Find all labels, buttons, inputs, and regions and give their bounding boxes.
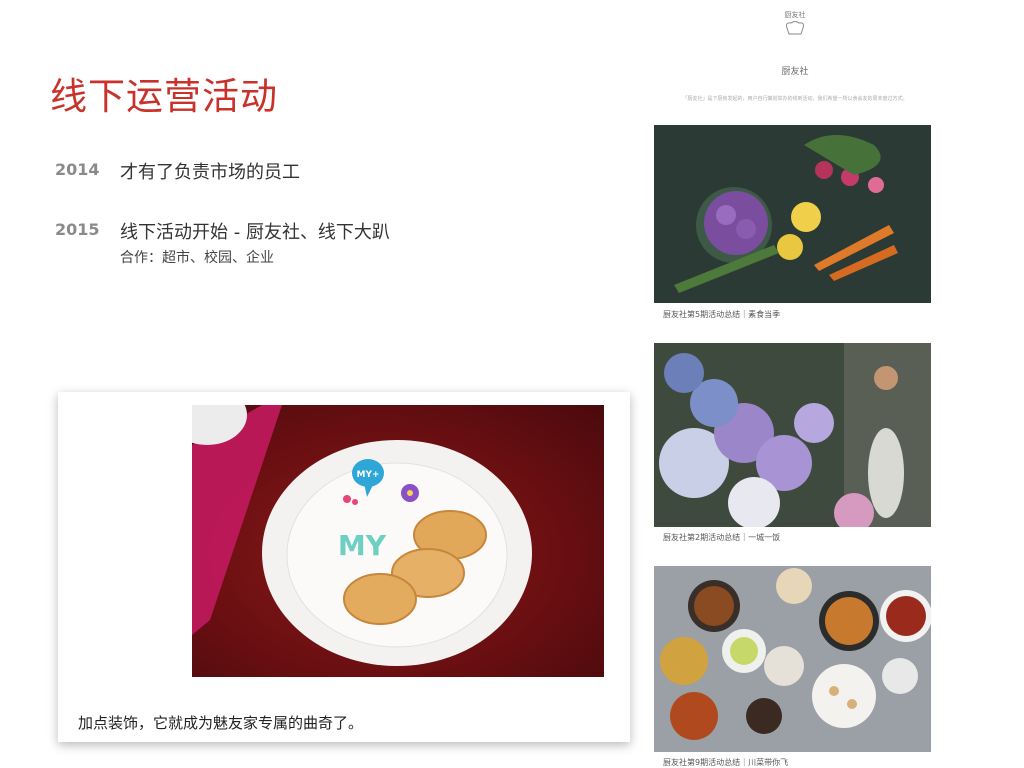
- brand-name: 厨友社: [781, 67, 809, 77]
- slide-title: 线下运营活动: [50, 75, 278, 118]
- event-caption: 厨友社第2期活动总结｜一城一饭: [663, 533, 781, 542]
- timeline-year: 2014: [55, 160, 100, 179]
- chuyoushe-logo: 厨友社: [760, 10, 830, 40]
- photo-card: MY+ MY 加点装饰，它就成为魅友家专属的曲奇了。: [58, 392, 630, 742]
- brand-description: 「厨友社」是下厨房发起的，用户自行策划举办的线到活动，我们希望一所以食会友的周末…: [682, 96, 908, 102]
- timeline-year: 2015: [55, 220, 100, 239]
- logo-label: 厨友社: [784, 11, 806, 19]
- event-photo-flowers: [654, 343, 931, 527]
- dishes-illustration: [654, 566, 931, 752]
- chef-hat-icon: [786, 21, 804, 35]
- event-photo-sichuan-dishes: [654, 566, 931, 752]
- vegetables-illustration: [654, 125, 931, 303]
- flowers-illustration: [654, 343, 931, 527]
- event-caption: 厨友社第9期活动总结｜川菜带你飞: [663, 758, 789, 767]
- event-photo-vegetables: [654, 125, 931, 303]
- photo-caption: 加点装饰，它就成为魅友家专属的曲奇了。: [78, 714, 364, 732]
- timeline-text: 才有了负责市场的员工: [120, 162, 300, 183]
- cookie-plate-photo: MY+ MY: [192, 405, 604, 677]
- cookie-plate-illustration: MY+ MY: [192, 405, 532, 666]
- timeline-subtext: 合作：超市、校园、企业: [120, 250, 274, 266]
- bubble-text: MY+: [356, 470, 379, 480]
- plate-lettering: MY: [338, 529, 387, 562]
- timeline-text: 线下活动开始 - 厨友社、线下大趴: [120, 222, 390, 243]
- event-caption: 厨友社第5期活动总结｜素食当季: [663, 310, 781, 319]
